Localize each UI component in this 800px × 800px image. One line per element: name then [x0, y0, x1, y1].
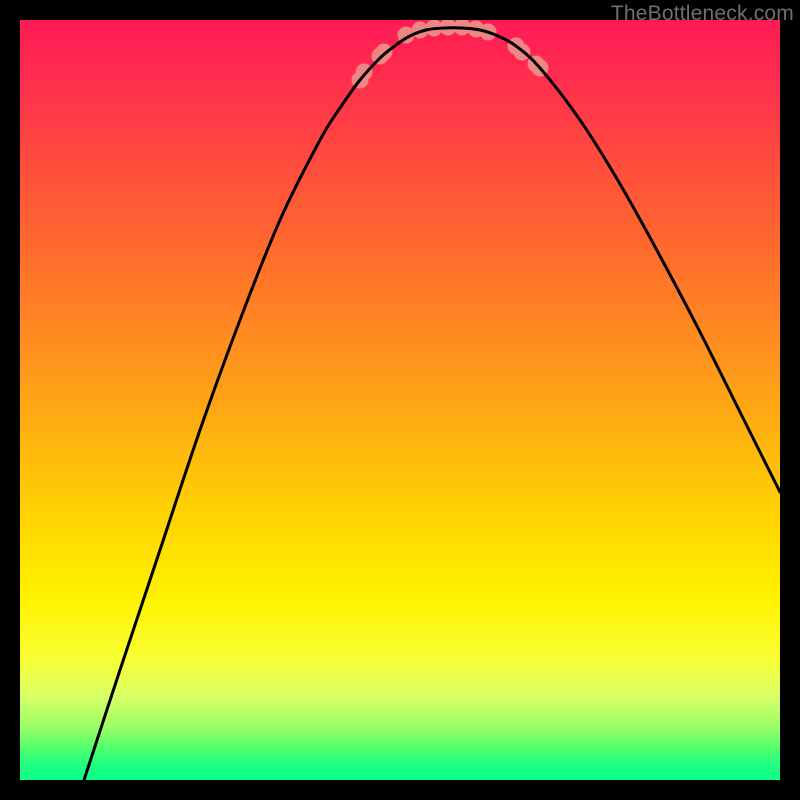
- bottleneck-curve: [84, 28, 780, 780]
- watermark-text: TheBottleneck.com: [611, 2, 794, 26]
- chart-frame: [20, 20, 780, 780]
- curve-layer: [20, 20, 780, 780]
- marker-dot: [356, 64, 373, 81]
- markers-group: [352, 20, 549, 89]
